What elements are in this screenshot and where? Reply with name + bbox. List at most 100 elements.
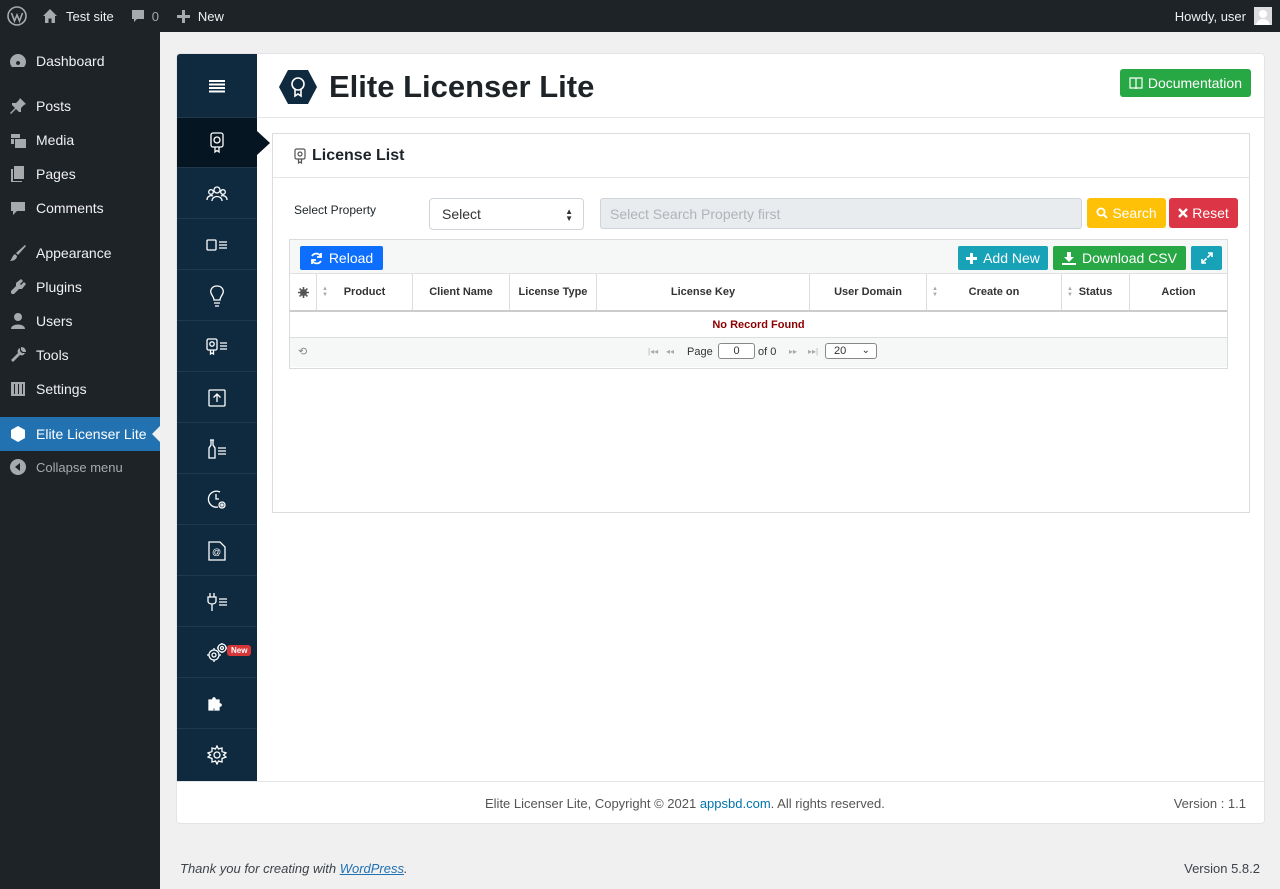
site-name-link[interactable]: Test site [34,0,122,32]
collapse-menu-button[interactable]: Collapse menu [0,450,160,484]
comments-link[interactable]: 0 [122,0,167,32]
grid-toolbar: Reload Add New Download CSV [290,240,1227,274]
plugin-panel: @ New Elite Licenser Lite Documentation [176,53,1265,824]
menu-item-posts[interactable]: Posts [0,89,160,123]
sidebar-item-addons[interactable]: New [177,628,257,678]
wordpress-link[interactable]: WordPress [340,861,404,876]
column-header-action: Action [1130,274,1227,310]
menu-label: Users [36,313,73,329]
email-at-icon: @ [208,540,226,561]
search-button[interactable]: Search [1087,198,1166,228]
column-header-license-type[interactable]: License Type [510,274,597,310]
search-input[interactable]: Select Search Property first [600,198,1082,229]
download-csv-button[interactable]: Download CSV [1053,246,1186,270]
sidebar-item-schedule[interactable] [177,475,257,525]
plus-icon [176,9,190,23]
thanks-prefix: Thank you for creating with [180,861,337,876]
brush-icon [0,244,36,262]
chevron-down-icon: ⌄ [861,345,870,356]
column-label: Product [343,286,386,298]
expand-icon [1200,252,1213,264]
property-select-value: Select [442,206,481,222]
sidebar-item-extensions[interactable] [177,679,257,729]
menu-item-media[interactable]: Media [0,123,160,157]
sidebar-item-clients[interactable] [177,169,257,219]
column-header-license-key[interactable]: License Key [597,274,810,310]
admin-menu: Dashboard Posts Media Pages Comments App… [0,32,160,889]
column-label: License Key [670,286,736,298]
menu-label: Pages [36,166,76,182]
reload-button[interactable]: Reload [300,246,383,270]
license-list-icon [206,337,227,355]
sidebar-item-ideas[interactable] [177,271,257,321]
first-page-icon[interactable]: |◂◂ [648,347,658,356]
column-label: Create on [968,286,1020,298]
reload-label: Reload [328,250,374,266]
property-select[interactable]: Select ▲ ▼ [429,198,584,230]
column-header-create-on[interactable]: ▲ ▼ Create on [927,274,1062,310]
menu-item-settings[interactable]: Settings [0,372,160,406]
plugin-sidebar: @ New [177,54,270,781]
page-count-label: of 0 [758,346,777,358]
column-header-user-domain[interactable]: User Domain [810,274,927,310]
dashboard-icon [0,52,36,70]
sidebar-toggle[interactable] [177,54,257,118]
gears-icon [207,642,227,662]
documentation-label: Documentation [1147,75,1242,91]
pager-refresh-icon[interactable]: ⟲ [298,345,307,358]
comments-count: 0 [151,8,159,24]
my-account[interactable]: Howdy, user [1175,0,1272,32]
copyright-prefix: Elite Licenser Lite, Copyright © 2021 [485,796,697,811]
wordpress-logo-icon[interactable] [0,0,34,32]
sidebar-item-bottle-list[interactable] [177,424,257,474]
plus-icon [966,252,978,264]
menu-item-elite-licenser-lite[interactable]: Elite Licenser Lite [0,417,160,451]
collapse-label: Collapse menu [36,459,123,475]
menu-item-comments[interactable]: Comments [0,191,160,225]
pages-icon [0,165,36,183]
sidebar-item-licenses[interactable] [177,118,270,168]
menu-label: Media [36,132,75,148]
last-page-icon[interactable]: ▸▸| [808,347,818,356]
column-header-product[interactable]: ▲ ▼ Product [317,274,413,310]
next-page-icon[interactable]: ▸▸ [789,347,797,356]
page-size-select[interactable]: 20 ⌄ [825,343,877,359]
appsbd-link[interactable]: appsbd.com [700,796,771,811]
add-new-button[interactable]: Add New [958,246,1048,270]
page-title: Elite Licenser Lite [329,69,595,104]
menu-item-users[interactable]: Users [0,304,160,338]
column-header-client-name[interactable]: Client Name [413,274,510,310]
sidebar-item-products[interactable] [177,220,257,270]
column-label: User Domain [834,286,902,298]
menu-item-appearance[interactable]: Appearance [0,236,160,270]
menu-label: Elite Licenser Lite [36,426,147,442]
sort-icon: ▲ ▼ [322,286,328,298]
sidebar-item-settings[interactable] [177,730,257,780]
menu-item-dashboard[interactable]: Dashboard [0,44,160,78]
column-header-status[interactable]: ▲ ▼ Status [1062,274,1130,310]
reset-button[interactable]: Reset [1169,198,1238,228]
upload-icon [208,388,226,407]
menu-item-plugins[interactable]: Plugins [0,270,160,304]
select-property-label: Select Property [294,203,377,217]
collapse-arrow-icon [0,458,36,476]
menu-label: Tools [36,347,69,363]
sidebar-item-integrations[interactable] [177,577,257,627]
documentation-button[interactable]: Documentation [1119,69,1251,97]
menu-item-tools[interactable]: Tools [0,338,160,372]
sidebar-item-license-list[interactable] [177,322,257,372]
menu-item-pages[interactable]: Pages [0,157,160,191]
prev-page-icon[interactable]: ◂◂ [666,347,674,356]
elite-licenser-logo-icon [279,70,317,104]
add-new-label: Add New [983,250,1040,266]
new-content-link[interactable]: New [169,0,232,32]
page-number-input[interactable]: 0 [718,343,755,359]
svg-text:@: @ [212,547,221,557]
sidebar-item-email[interactable]: @ [177,526,257,576]
sidebar-item-upload[interactable] [177,373,257,423]
fullscreen-button[interactable] [1191,246,1222,270]
page-label: Page [687,346,713,358]
column-settings-button[interactable] [290,274,317,310]
avatar [1254,7,1272,25]
menu-icon [209,79,225,92]
